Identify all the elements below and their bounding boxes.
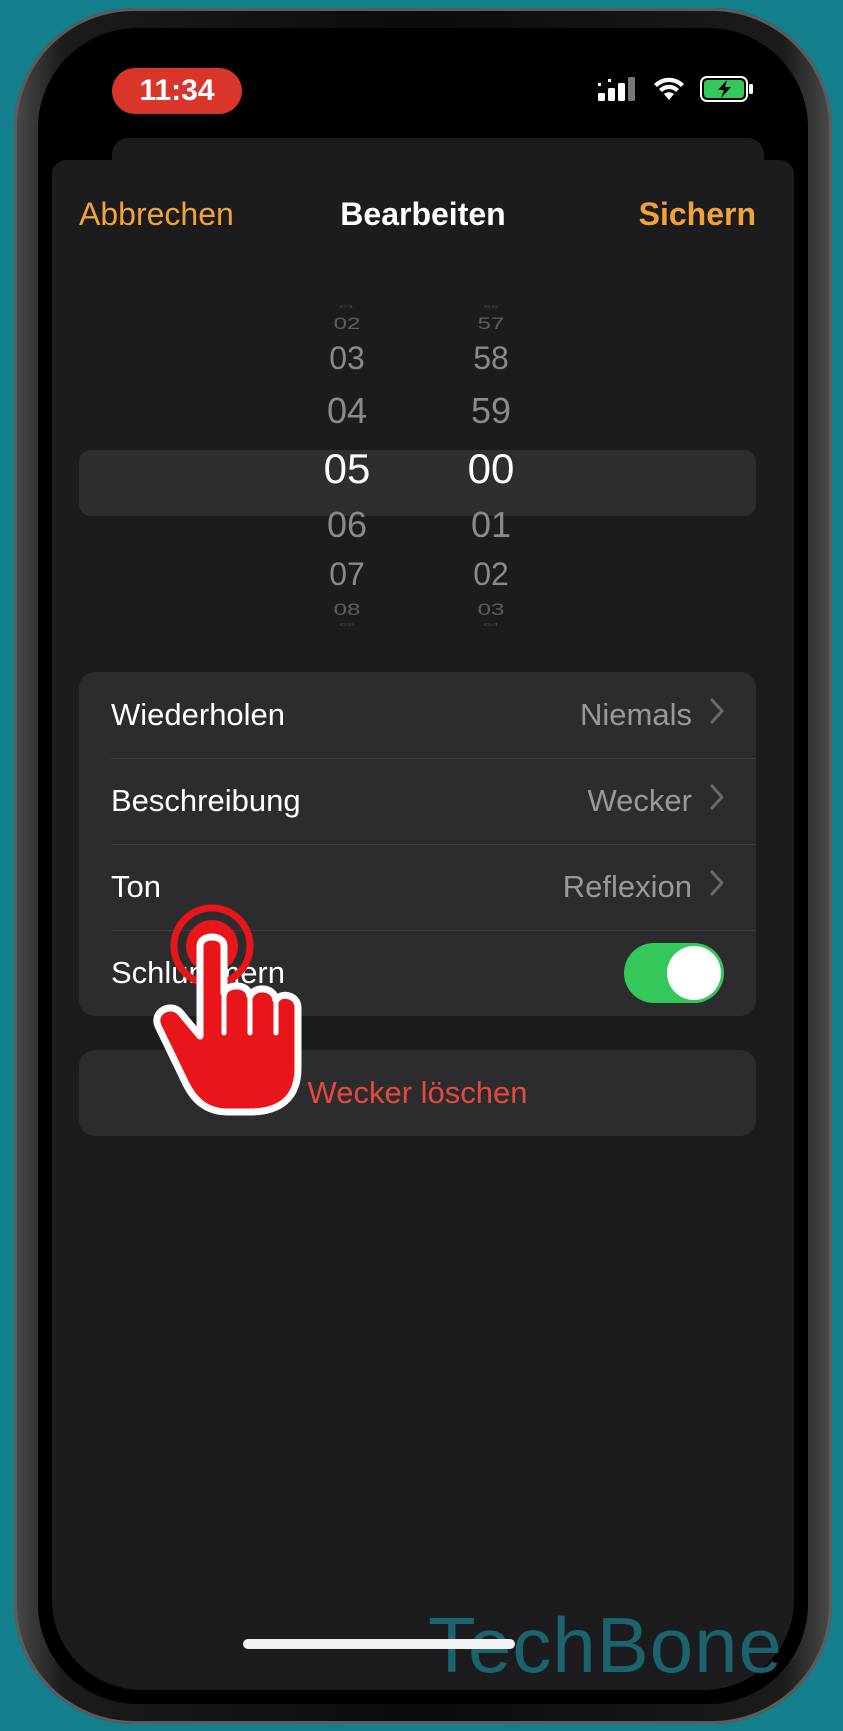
tap-hand-icon	[153, 904, 302, 1116]
chevron-right-icon	[710, 784, 724, 818]
home-indicator[interactable]	[243, 1639, 515, 1649]
status-icons	[598, 76, 754, 102]
screen: 11:34 Abbrechen Bearbeiten Sichern 01 02…	[52, 42, 794, 1690]
battery-charging-icon	[700, 76, 753, 102]
sound-value: Reflexion	[562, 869, 692, 904]
minute-option[interactable]: 59	[436, 390, 546, 432]
hour-option[interactable]: 06	[292, 504, 402, 546]
repeat-value: Niemals	[580, 697, 692, 732]
hour-option[interactable]: 07	[292, 556, 402, 593]
toggle-knob	[667, 946, 721, 1000]
picker-selection-band	[79, 450, 756, 516]
hour-option[interactable]: 08	[292, 600, 402, 620]
hour-option[interactable]: 01	[292, 303, 402, 309]
save-button[interactable]: Sichern	[639, 196, 756, 233]
chevron-right-icon	[710, 698, 724, 732]
minute-option[interactable]: 01	[436, 504, 546, 546]
description-label: Beschreibung	[111, 783, 301, 818]
repeat-row[interactable]: Wiederholen Niemals	[79, 672, 756, 758]
minute-option[interactable]: 04	[436, 621, 546, 627]
selected-minute[interactable]: 00	[436, 445, 546, 493]
description-value: Wecker	[587, 783, 692, 818]
hour-option[interactable]: 04	[292, 390, 402, 432]
minute-option[interactable]: 03	[436, 600, 546, 620]
selected-hour[interactable]: 05	[292, 445, 402, 493]
hour-option[interactable]: 02	[292, 314, 402, 334]
status-time[interactable]: 11:34	[112, 68, 242, 114]
hour-option[interactable]: 09	[292, 621, 402, 627]
chevron-right-icon	[710, 870, 724, 904]
minute-option[interactable]: 56	[436, 303, 546, 309]
minute-option[interactable]: 58	[436, 340, 546, 377]
description-row[interactable]: Beschreibung Wecker	[79, 758, 756, 844]
phone-bezel: 11:34 Abbrechen Bearbeiten Sichern 01 02…	[38, 28, 808, 1704]
nav-bar: Abbrechen Bearbeiten Sichern	[52, 190, 794, 240]
wifi-icon	[654, 77, 684, 100]
repeat-label: Wiederholen	[111, 697, 286, 732]
hour-option[interactable]: 03	[292, 340, 402, 377]
minute-option[interactable]: 02	[436, 556, 546, 593]
phone-frame: 11:34 Abbrechen Bearbeiten Sichern 01 02…	[14, 8, 832, 1724]
cellular-signal-icon	[598, 77, 635, 101]
minute-option[interactable]: 57	[436, 314, 546, 334]
snooze-toggle[interactable]	[624, 943, 724, 1003]
